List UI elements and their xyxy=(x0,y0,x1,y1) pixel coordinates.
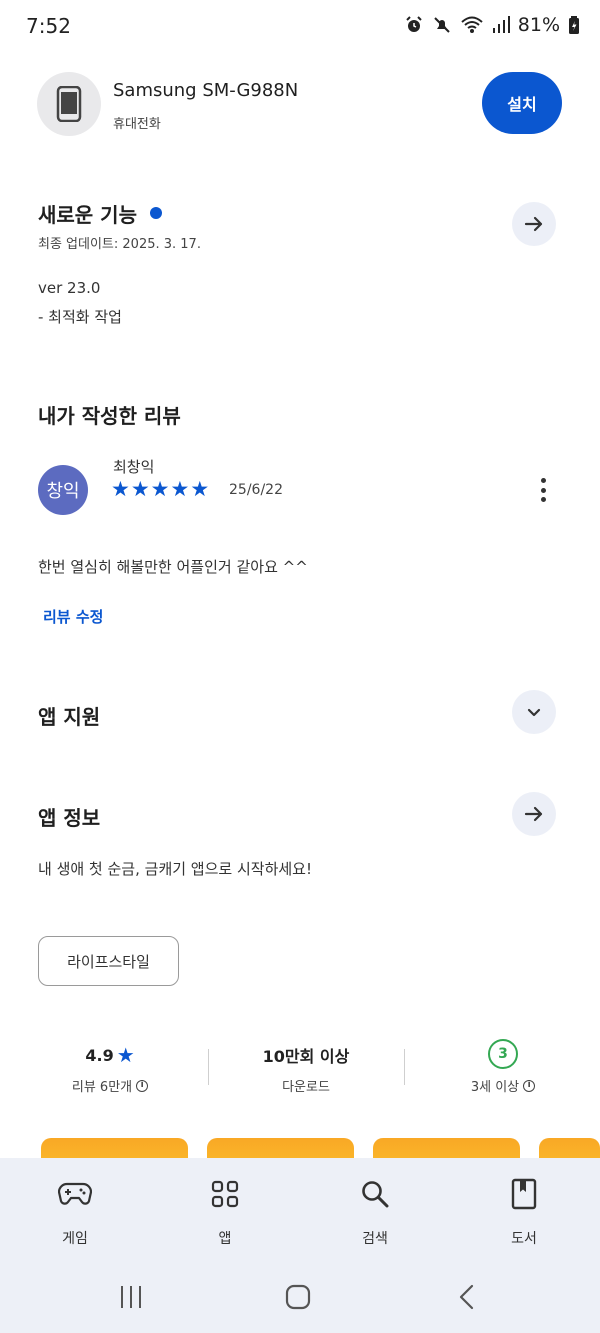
age-rating-badge: 3 xyxy=(488,1039,518,1069)
back-button[interactable] xyxy=(456,1284,478,1314)
arrow-right-icon xyxy=(524,806,543,822)
app-support-expand-button[interactable] xyxy=(512,690,556,734)
app-info-arrow-button[interactable] xyxy=(512,792,556,836)
release-note-line: ver 23.0 xyxy=(38,279,101,297)
new-indicator-dot xyxy=(150,207,162,219)
search-icon xyxy=(362,1181,389,1208)
reviewer-name: 최창익 xyxy=(113,458,155,476)
release-note-line: - 최적화 작업 xyxy=(38,308,122,326)
nav-label: 앱 xyxy=(218,1231,232,1247)
my-review-title: 내가 작성한 리뷰 xyxy=(38,404,181,428)
battery-icon xyxy=(569,16,579,34)
nav-label: 검색 xyxy=(362,1231,388,1247)
device-type: 휴대전화 xyxy=(113,117,161,132)
star-icon: ★ xyxy=(130,477,150,501)
wifi-icon xyxy=(461,16,483,33)
nav-item-apps[interactable]: 앱 xyxy=(175,1174,275,1248)
nav-item-search[interactable]: 검색 xyxy=(325,1174,425,1248)
back-icon xyxy=(459,1284,474,1310)
more-options-icon[interactable] xyxy=(531,476,555,504)
review-date: 25/6/22 xyxy=(229,482,283,498)
phone-icon xyxy=(56,86,82,122)
star-icon: ★ xyxy=(150,477,170,501)
star-icon: ★ xyxy=(111,477,130,501)
app-description: 내 생애 첫 순금, 금캐기 앱으로 시작하세요! xyxy=(38,860,312,878)
mute-icon xyxy=(434,17,450,33)
downloads-stat: 10만회 이상 다운로드 xyxy=(226,1042,386,1095)
app-info-title: 앱 정보 xyxy=(38,806,101,830)
last-updated: 최종 업데이트: 2025. 3. 17. xyxy=(38,237,201,252)
nav-item-books[interactable]: 도서 xyxy=(474,1174,574,1248)
chevron-down-icon xyxy=(527,708,541,717)
star-icon: ★ xyxy=(116,1043,135,1067)
age-rating-label: 3세 이상 xyxy=(470,1080,520,1095)
whats-new-arrow-button[interactable] xyxy=(512,202,556,246)
whats-new-title: 새로운 기능 xyxy=(38,203,137,227)
nav-label: 게임 xyxy=(62,1231,88,1247)
device-avatar xyxy=(37,72,101,136)
info-icon: i xyxy=(523,1079,536,1092)
status-time: 7:52 xyxy=(26,14,71,38)
star-icon: ★ xyxy=(190,477,210,501)
divider xyxy=(208,1049,209,1085)
arrow-right-icon xyxy=(524,216,543,232)
install-button[interactable]: 설치 xyxy=(482,72,562,134)
status-icons: 81% xyxy=(404,14,580,36)
battery-percent: 81% xyxy=(517,14,560,36)
recent-apps-button[interactable] xyxy=(118,1284,144,1314)
age-rating-stat[interactable]: 3 3세 이상 i xyxy=(423,1039,583,1095)
downloads-value: 10만회 이상 xyxy=(262,1047,350,1066)
edit-review-link[interactable]: 리뷰 수정 xyxy=(43,606,103,627)
info-icon: i xyxy=(136,1079,149,1092)
avatar: 창익 xyxy=(38,465,88,515)
downloads-label: 다운로드 xyxy=(282,1080,330,1095)
star-icon: ★ xyxy=(170,477,190,501)
recent-apps-icon xyxy=(121,1286,141,1308)
category-chip[interactable]: 라이프스타일 xyxy=(38,936,179,986)
signal-icon xyxy=(492,16,510,33)
divider xyxy=(404,1049,405,1085)
device-name: Samsung SM-G988N xyxy=(113,80,299,101)
nav-item-games[interactable]: 게임 xyxy=(25,1174,125,1248)
review-stars: ★ ★ ★ ★ ★ xyxy=(111,478,209,500)
nav-label: 도서 xyxy=(511,1231,537,1247)
apps-grid-icon xyxy=(211,1180,239,1208)
alarm-icon xyxy=(406,16,422,32)
rating-value: 4.9 xyxy=(85,1045,114,1065)
rating-stat[interactable]: 4.9 ★ 리뷰 6만개 i xyxy=(30,1042,190,1095)
book-icon xyxy=(511,1178,537,1210)
gamepad-icon xyxy=(58,1182,92,1205)
review-text: 한번 열심히 해볼만한 어플인거 같아요 ^^ xyxy=(38,558,308,576)
rating-label: 리뷰 6만개 xyxy=(71,1080,133,1095)
app-support-title: 앱 지원 xyxy=(38,705,101,729)
home-icon xyxy=(285,1284,311,1310)
home-button[interactable] xyxy=(285,1284,311,1314)
